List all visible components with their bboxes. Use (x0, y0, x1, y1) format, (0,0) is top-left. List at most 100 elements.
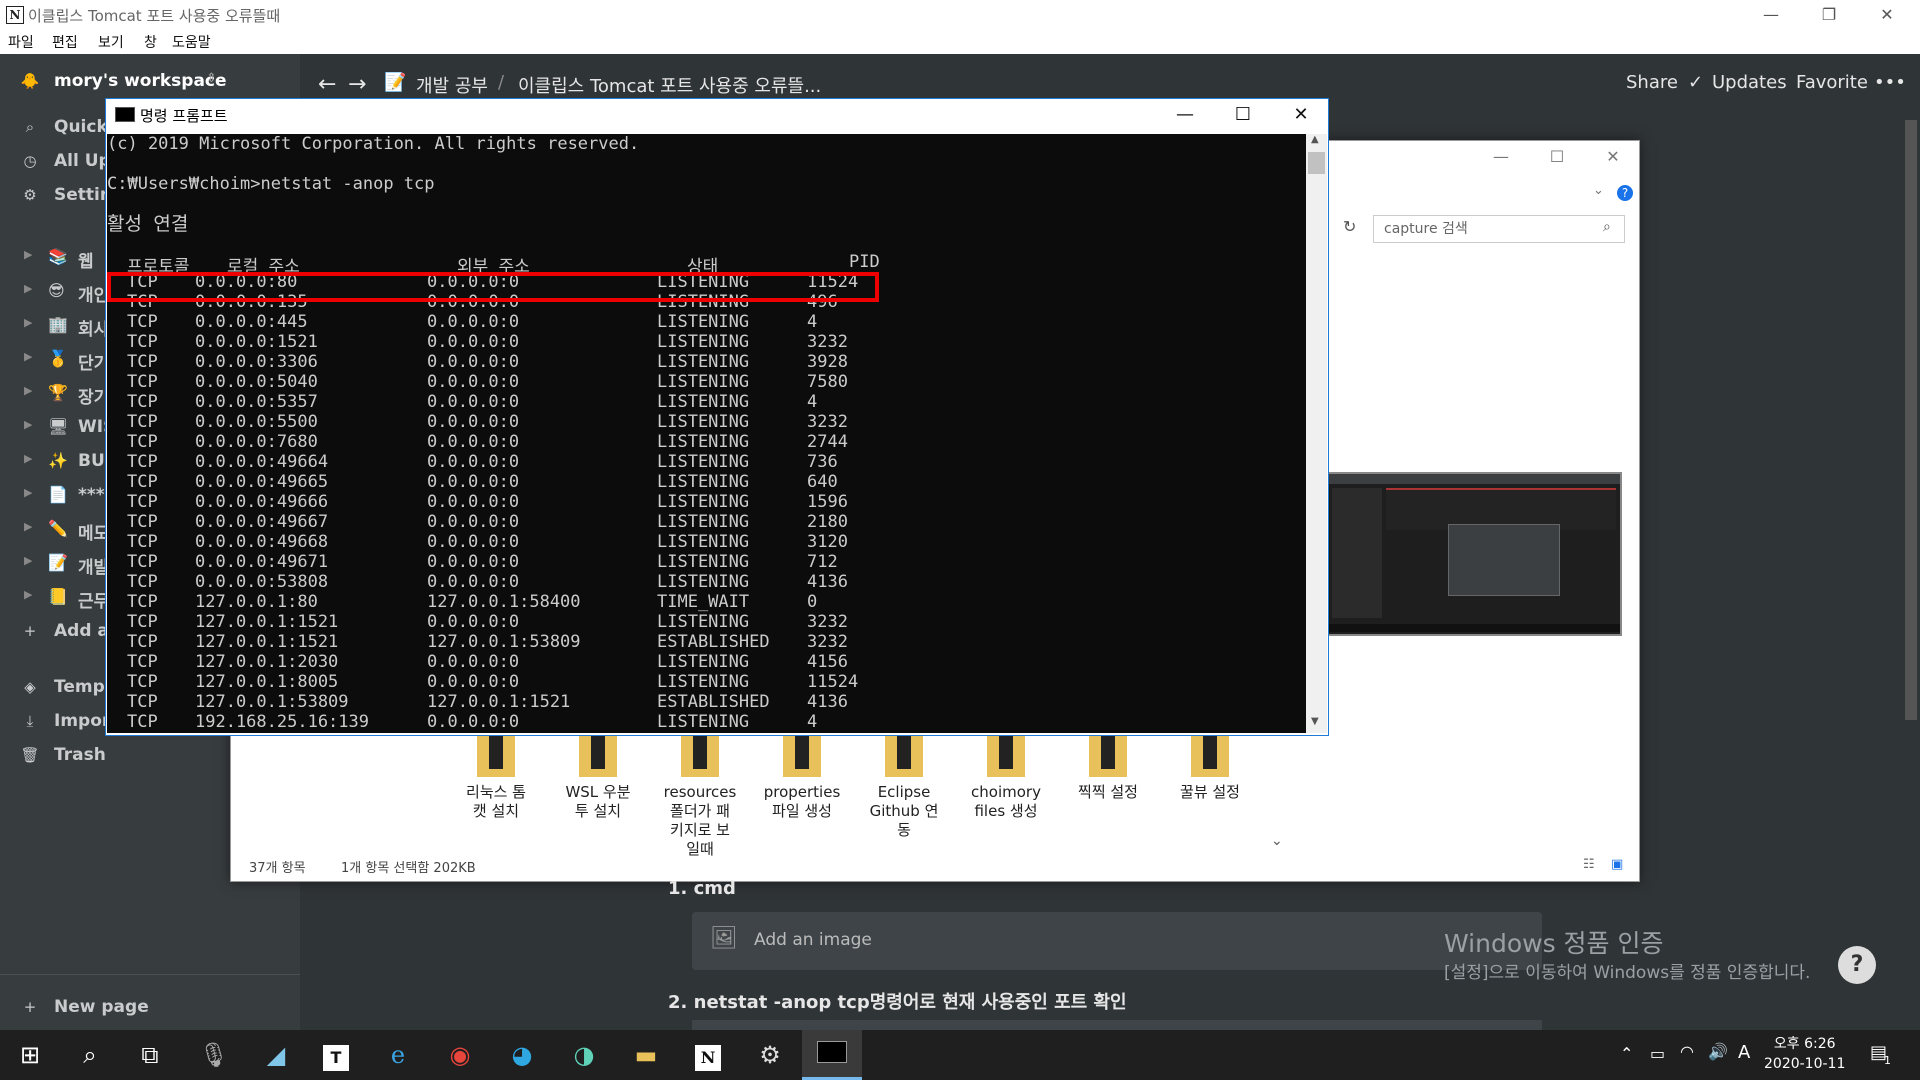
row-state: LISTENING (657, 312, 750, 332)
edge-icon[interactable]: ◕ (492, 1030, 552, 1080)
cmd-minimize-button[interactable]: — (1156, 101, 1214, 129)
wifi-icon[interactable]: ◠ (1680, 1042, 1694, 1061)
workspace-switcher[interactable]: 🐥 mory's workspace ⇕ (0, 68, 300, 96)
help-button[interactable]: ? (1838, 946, 1876, 984)
internet-explorer-icon[interactable]: e (368, 1030, 428, 1080)
page-emoji-icon: ✨ (48, 451, 68, 470)
file-explorer-icon[interactable]: ▬ (616, 1030, 676, 1080)
trash-icon: 🗑 (20, 746, 40, 764)
menu-edit[interactable]: 편집 (52, 32, 78, 52)
folder-item[interactable]: 꿀뷰 설정 (1165, 731, 1255, 802)
row-foreign-address: 0.0.0.0:0 (427, 672, 520, 692)
large-icons-view-icon[interactable]: ▣ (1611, 857, 1623, 872)
details-view-icon[interactable]: ☷ (1583, 857, 1595, 872)
scroll-down-icon[interactable]: ⌄ (1271, 833, 1283, 849)
row-local-address: 0.0.0.0:53808 (195, 572, 329, 592)
page-emoji-icon: ✏️ (48, 519, 68, 538)
more-button[interactable]: ••• (1874, 72, 1906, 93)
scrollbar-thumb[interactable] (1308, 152, 1325, 174)
search-icon: ⌕ (1603, 219, 1611, 235)
explorer-search-input[interactable]: capture 검색 (1373, 215, 1625, 243)
start-button[interactable]: ⊞ (0, 1030, 60, 1080)
folder-item[interactable]: 찍찍 설정 (1063, 731, 1153, 802)
microphone-app-icon[interactable]: 🎙 (184, 1030, 244, 1080)
folder-item[interactable]: properties 파일 생성 (757, 731, 847, 821)
folder-item[interactable]: Eclipse Github 연 동 (859, 731, 949, 840)
favorite-button[interactable]: Favorite (1796, 72, 1868, 93)
minimize-button[interactable]: — (1748, 0, 1794, 30)
breadcrumb-parent[interactable]: 개발 공부 (416, 72, 488, 98)
connection-row: TCP 0.0.0.0:49671 0.0.0.0:0 LISTENING 712 (107, 552, 1306, 572)
refresh-icon[interactable]: ↻ (1343, 217, 1356, 236)
volume-icon[interactable]: 🔊 (1708, 1042, 1728, 1061)
ime-indicator[interactable]: A (1738, 1042, 1750, 1063)
connection-row: TCP 0.0.0.0:49667 0.0.0.0:0 LISTENING 2180 (107, 512, 1306, 532)
console-scrollbar[interactable]: ▲ ▼ (1306, 134, 1327, 733)
share-button[interactable]: Share (1626, 72, 1678, 93)
add-image-block[interactable]: 🖼 Add an image (692, 912, 1542, 970)
chevron-right-icon[interactable]: ▶ (24, 350, 32, 363)
new-page-button[interactable]: + New page (0, 994, 300, 1022)
connection-row: TCP 0.0.0.0:49665 0.0.0.0:0 LISTENING 640 (107, 472, 1306, 492)
folder-item[interactable]: WSL 우분 투 설치 (553, 731, 643, 821)
explorer-minimize-button[interactable]: — (1481, 147, 1521, 166)
app-icon[interactable]: ◑ (554, 1030, 614, 1080)
screenshot-thumbnail[interactable] (1326, 472, 1622, 636)
pen-app-icon[interactable]: ◢ (246, 1030, 306, 1080)
connection-row: TCP 127.0.0.1:1521 127.0.0.1:53809 ESTABLIS… (107, 632, 1306, 652)
menu-view[interactable]: 보기 (98, 32, 124, 52)
help-icon[interactable]: ? (1617, 185, 1633, 201)
console-output[interactable]: (c) 2019 Microsoft Corporation. All righ… (107, 134, 1306, 733)
chevron-right-icon[interactable]: ▶ (24, 486, 32, 499)
row-protocol: TCP (127, 532, 158, 552)
task-view-icon[interactable]: ⧉ (120, 1030, 180, 1080)
chevron-down-icon[interactable]: ⌄ (1593, 183, 1604, 198)
cmd-close-button[interactable]: ✕ (1272, 101, 1330, 129)
explorer-close-button[interactable]: ✕ (1593, 147, 1633, 166)
menu-file[interactable]: 파일 (8, 32, 34, 52)
chevron-right-icon[interactable]: ▶ (24, 418, 32, 431)
battery-icon[interactable]: ▭ (1650, 1044, 1665, 1063)
row-pid: 3928 (807, 352, 848, 372)
chevron-right-icon[interactable]: ▶ (24, 452, 32, 465)
row-foreign-address: 0.0.0.0:0 (427, 452, 520, 472)
back-arrow-icon[interactable]: ← (318, 72, 336, 97)
explorer-maximize-button[interactable]: ☐ (1537, 147, 1577, 166)
updates-button[interactable]: Updates (1712, 72, 1787, 93)
cmd-maximize-button[interactable]: ☐ (1214, 101, 1272, 129)
page-scrollbar[interactable] (1902, 110, 1920, 1030)
chevron-right-icon[interactable]: ▶ (24, 282, 32, 295)
sidebar-divider (0, 974, 300, 975)
forward-arrow-icon[interactable]: → (348, 72, 366, 97)
settings-app-icon[interactable]: ⚙ (740, 1030, 800, 1080)
chevron-right-icon[interactable]: ▶ (24, 316, 32, 329)
chevron-right-icon[interactable]: ▶ (24, 248, 32, 261)
chevron-right-icon[interactable]: ▶ (24, 588, 32, 601)
chevron-right-icon[interactable]: ▶ (24, 554, 32, 567)
menu-help[interactable]: 도움말 (172, 32, 211, 52)
notion-app-icon[interactable]: N (678, 1030, 738, 1080)
maximize-button[interactable]: ❐ (1806, 0, 1852, 30)
step-2-text[interactable]: 2. netstat -anop tcp명령어로 현재 사용중인 포트 확인 (668, 988, 1127, 1014)
folder-item[interactable]: choimory files 생성 (961, 731, 1051, 821)
folder-item[interactable]: resources 폴더가 패 키지로 보 일때 (655, 731, 745, 859)
app-title-bar: N 이클립스 Tomcat 포트 사용중 오류뜰때 — ❐ ✕ (0, 0, 1920, 30)
scroll-up-icon[interactable]: ▲ (1311, 134, 1319, 145)
page-scrollbar-thumb[interactable] (1905, 120, 1917, 720)
chevron-up-icon[interactable]: ⌃ (1620, 1044, 1633, 1063)
step-1-text[interactable]: 1. cmd (668, 878, 736, 899)
folder-item[interactable]: 리눅스 톰 캣 설치 (451, 731, 541, 821)
scroll-down-icon[interactable]: ▼ (1311, 716, 1319, 727)
row-foreign-address: 0.0.0.0:0 (427, 492, 520, 512)
chevron-right-icon[interactable]: ▶ (24, 520, 32, 533)
search-icon[interactable]: ⌕ (60, 1030, 120, 1080)
chrome-icon[interactable]: ◉ (430, 1030, 490, 1080)
system-clock[interactable]: 오후 6:26 2020-10-11 (1764, 1034, 1845, 1074)
cmd-taskbar-icon[interactable] (802, 1030, 862, 1080)
chevron-right-icon[interactable]: ▶ (24, 384, 32, 397)
breadcrumb-current[interactable]: 이클립스 Tomcat 포트 사용중 오류뜰... (518, 72, 821, 98)
row-state: LISTENING (657, 452, 750, 472)
close-button[interactable]: ✕ (1864, 0, 1910, 30)
menu-window[interactable]: 창 (144, 32, 157, 52)
typora-app-icon[interactable]: T (306, 1030, 366, 1080)
